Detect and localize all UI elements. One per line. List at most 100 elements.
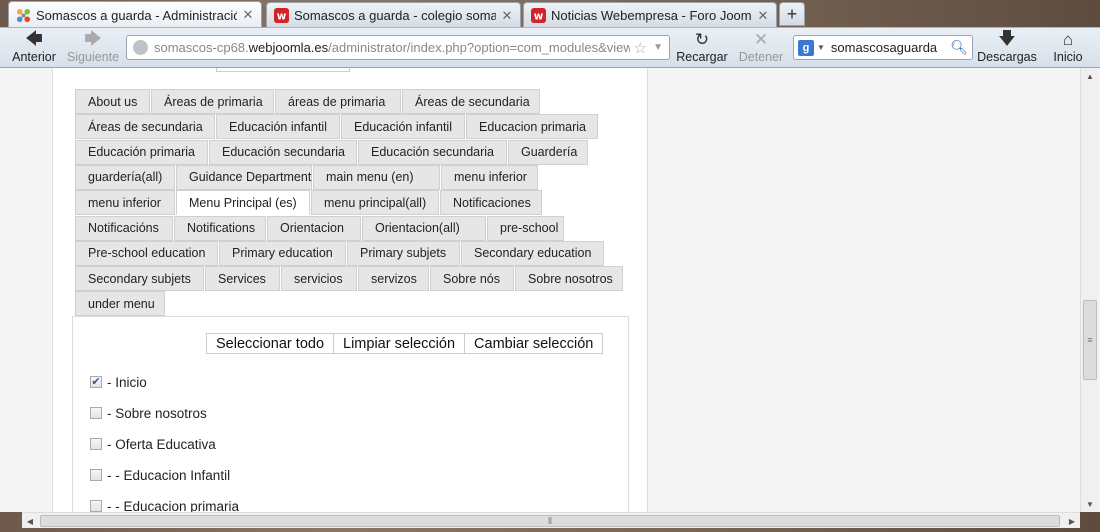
reload-button[interactable]: ↻ Recargar [676, 30, 728, 66]
menu-tab[interactable]: Educación infantil [341, 114, 465, 140]
browser-tab-3[interactable]: w Noticias Webempresa - Foro Joomla!... … [523, 2, 777, 28]
horizontal-scroll-thumb[interactable]: ⦀ [40, 515, 1060, 527]
menu-item-row: - - Educacion primaria [90, 497, 239, 512]
menu-tab[interactable]: servizos [358, 266, 429, 292]
menu-item-checkbox[interactable] [90, 438, 102, 450]
menu-item-checkbox[interactable]: ✔ [90, 376, 102, 388]
menu-tab[interactable]: main menu (en) [313, 164, 440, 190]
browser-tab-strip: Somascos a guarda - Administración ... ✕… [0, 0, 1100, 28]
menu-item-checkbox[interactable] [90, 469, 102, 481]
menu-tab[interactable]: servicios [281, 266, 357, 292]
arrow-left-icon: 🡄 [25, 28, 43, 48]
menu-tab[interactable]: áreas de primaria [275, 89, 401, 114]
horizontal-scrollbar[interactable]: ◀ ⦀ ▶ [22, 512, 1080, 528]
scroll-down-icon[interactable]: ▼ [1081, 496, 1099, 512]
menu-tab[interactable]: Áreas de secundaria [75, 114, 215, 140]
selection-buttons: Seleccionar todo Limpiar selección Cambi… [206, 333, 604, 354]
select-all-button[interactable]: Seleccionar todo [206, 333, 335, 354]
menu-item-checkbox[interactable] [90, 407, 102, 419]
menu-tab[interactable]: Áreas de primaria [151, 89, 274, 114]
toggle-selection-button[interactable]: Cambiar selección [464, 333, 604, 354]
browser-tab-1[interactable]: Somascos a guarda - Administración ... ✕ [8, 1, 262, 28]
menu-tab[interactable]: Educacion primaria [466, 114, 598, 140]
menu-tab[interactable]: About us [75, 89, 150, 114]
menu-item-row: - Oferta Educativa [90, 435, 216, 453]
chevron-down-icon[interactable]: ▼ [653, 42, 663, 53]
menu-tab[interactable]: Notificaciones [440, 190, 542, 216]
close-icon[interactable]: ✕ [241, 7, 255, 23]
tab-title: Somascos a guarda - Administración ... [36, 7, 237, 23]
top-field-stub [216, 68, 350, 72]
stop-icon: ✕ [753, 30, 769, 49]
joomla-icon [15, 7, 31, 23]
menu-items-box: Seleccionar todo Limpiar selección Cambi… [72, 316, 629, 512]
menu-tab[interactable]: Educación primaria [75, 139, 208, 165]
webempresa-icon: w [530, 8, 546, 24]
downloads-button[interactable]: 🡇 Descargas [977, 29, 1037, 66]
close-icon[interactable]: ✕ [756, 8, 770, 24]
module-assignment-panel: About us Áreas de primaria áreas de primar… [52, 68, 648, 512]
home-icon: ⌂ [1062, 30, 1074, 49]
stop-button[interactable]: ✕ Detener [736, 30, 786, 66]
menu-tab[interactable]: Notifications [174, 215, 266, 241]
menu-tab[interactable]: Pre-school education [75, 240, 218, 266]
menu-tab[interactable]: guardería(all) [75, 164, 175, 190]
menu-tab[interactable]: Educación secundaria [358, 139, 507, 165]
menu-tab[interactable]: Secondary education [461, 240, 604, 266]
menu-tab[interactable]: under menu [75, 291, 165, 317]
scroll-up-icon[interactable]: ▲ [1081, 68, 1099, 84]
menu-tab[interactable]: Guardería [508, 139, 588, 165]
menu-tab[interactable]: Primary subjets [347, 240, 460, 266]
menu-tab[interactable]: menu principal(all) [311, 190, 439, 216]
forward-label: Siguiente [66, 50, 120, 64]
vertical-scrollbar[interactable]: ▲ ≡ ▼ [1080, 68, 1098, 512]
menu-item-checkbox[interactable] [90, 500, 102, 512]
close-icon[interactable]: ✕ [500, 8, 514, 24]
back-label: Anterior [12, 50, 56, 64]
scroll-left-icon[interactable]: ◀ [22, 513, 38, 529]
chevron-down-icon[interactable]: ▼ [817, 43, 825, 52]
reload-label: Recargar [676, 50, 728, 64]
downloads-label: Descargas [977, 50, 1037, 64]
menu-tab[interactable]: Orientacion [267, 215, 361, 241]
home-label: Inicio [1053, 50, 1083, 64]
menu-tab[interactable]: Menu Principal (es) [176, 190, 310, 216]
vertical-scroll-thumb[interactable]: ≡ [1083, 300, 1097, 380]
menu-tab[interactable]: Educación secundaria [209, 139, 357, 165]
menu-tab[interactable]: Sobre nosotros [515, 266, 623, 292]
search-box[interactable]: g ▼ somascosaguarda 🔍︎ [793, 35, 973, 60]
menu-tab[interactable]: Notificacións [75, 215, 173, 241]
browser-tab-2[interactable]: w Somascos a guarda - colegio somasc... … [266, 2, 521, 28]
home-button[interactable]: ⌂ Inicio [1048, 30, 1088, 66]
page-viewport: About us Áreas de primaria áreas de primar… [0, 68, 1100, 512]
back-button[interactable]: 🡄 Anterior [10, 28, 58, 66]
menu-tab[interactable]: Secondary subjets [75, 266, 204, 292]
menu-tab[interactable]: Guidance Department [176, 164, 312, 190]
arrow-right-icon: 🡆 [84, 28, 102, 48]
clear-selection-button[interactable]: Limpiar selección [333, 333, 466, 354]
menu-item-row: - Sobre nosotros [90, 404, 207, 422]
scroll-right-icon[interactable]: ▶ [1064, 513, 1080, 529]
url-text[interactable]: somascos-cp68.webjoomla.es/administrator… [154, 40, 630, 55]
menu-tab[interactable]: Educación infantil [216, 114, 340, 140]
menu-tab[interactable]: Áreas de secundaria [402, 89, 540, 114]
menu-tab[interactable]: Sobre nós [430, 266, 514, 292]
menu-tab[interactable]: Services [205, 266, 280, 292]
menu-item-label: - Sobre nosotros [107, 405, 207, 421]
bookmark-star-icon[interactable]: ☆ [634, 39, 647, 57]
navigation-toolbar: 🡄 Anterior 🡆 Siguiente somascos-cp68.web… [0, 27, 1100, 68]
url-bar[interactable]: somascos-cp68.webjoomla.es/administrator… [126, 35, 670, 60]
menu-tab[interactable]: pre-school [487, 215, 564, 241]
new-tab-button[interactable]: + [779, 2, 805, 26]
search-icon[interactable]: 🔍︎ [950, 39, 968, 56]
menu-tab[interactable]: Orientacion(all) [362, 215, 486, 241]
menu-tab[interactable]: menu inferior [441, 164, 538, 190]
google-icon[interactable]: g [798, 39, 814, 56]
forward-button[interactable]: 🡆 Siguiente [66, 28, 120, 66]
tab-title: Noticias Webempresa - Foro Joomla!... [551, 8, 752, 23]
svg-text:w: w [276, 10, 286, 22]
menu-item-row: - - Educacion Infantil [90, 466, 230, 484]
menu-tab[interactable]: menu inferior [75, 190, 175, 216]
search-input[interactable]: somascosaguarda [831, 40, 950, 55]
menu-tab[interactable]: Primary education [219, 240, 346, 266]
